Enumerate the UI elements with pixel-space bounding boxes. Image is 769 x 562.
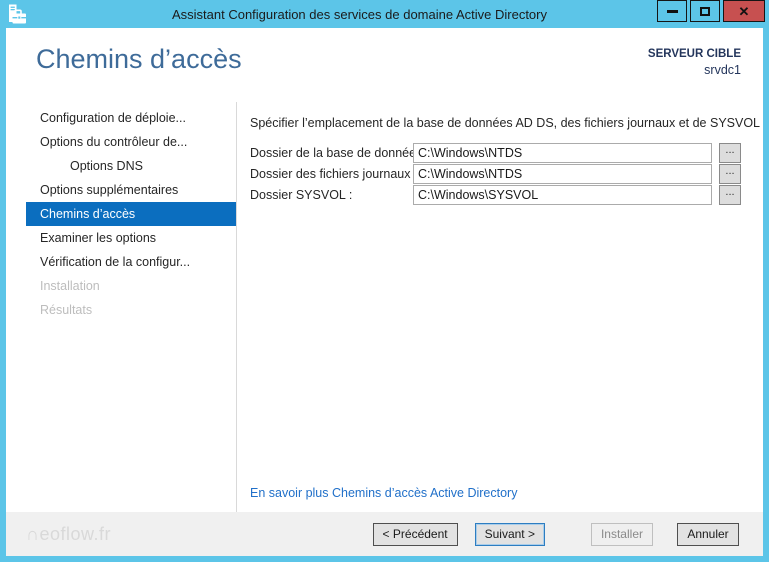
log-folder-label: Dossier des fichiers journaux : [250, 167, 418, 181]
nav-item-options-controleur[interactable]: Options du contrôleur de... [26, 130, 236, 154]
nav-item-chemins-acces[interactable]: Chemins d’accès [26, 202, 236, 226]
learn-more-link[interactable]: En savoir plus Chemins d’accès Active Di… [250, 486, 517, 500]
nav-item-options-supplementaires[interactable]: Options supplémentaires [26, 178, 236, 202]
wizard-nav: Configuration de déploie... Options du c… [26, 102, 237, 512]
target-server-name: srvdc1 [704, 63, 741, 77]
nav-item-examiner-options[interactable]: Examiner les options [26, 226, 236, 250]
wizard-content: Spécifier l’emplacement de la base de do… [237, 102, 763, 512]
page-title: Chemins d’accès [36, 44, 242, 74]
log-folder-browse-button[interactable]: ... [719, 164, 741, 184]
window-controls: ✕ [657, 0, 765, 22]
wizard-body: Configuration de déploie... Options du c… [6, 102, 763, 512]
minimize-icon [666, 9, 678, 13]
database-folder-row: Dossier de la base de données : ... [250, 143, 741, 163]
wizard-footer: ∩eoflow.fr < Précédent Suivant > Install… [6, 512, 763, 556]
nav-item-installation: Installation [40, 279, 100, 293]
target-server: SERVEUR CIBLE srvdc1 [648, 44, 741, 78]
cancel-button[interactable]: Annuler [677, 522, 739, 546]
server-manager-icon [9, 4, 26, 23]
maximize-button[interactable] [690, 0, 720, 22]
nav-item-options-dns[interactable]: Options DNS [26, 154, 236, 178]
database-folder-input[interactable] [413, 143, 712, 163]
log-folder-input[interactable] [413, 164, 712, 184]
install-button: Installer [590, 522, 653, 546]
neoflow-watermark: ∩eoflow.fr [26, 523, 111, 544]
instruction-text: Spécifier l’emplacement de la base de do… [250, 116, 761, 130]
titlebar: Assistant Configuration des services de … [0, 0, 769, 28]
target-server-label: SERVEUR CIBLE [647, 48, 741, 60]
next-button[interactable]: Suivant > [474, 522, 545, 546]
close-icon: ✕ [738, 3, 750, 19]
sysvol-folder-input[interactable] [413, 185, 712, 205]
sysvol-folder-browse-button[interactable]: ... [719, 185, 741, 205]
wizard-window: Assistant Configuration des services de … [0, 0, 769, 562]
nav-item-configuration-deploiement[interactable]: Configuration de déploie... [26, 106, 236, 130]
nav-item-verification-configuration[interactable]: Vérification de la configur... [26, 250, 236, 274]
nav-item-resultats: Résultats [40, 303, 93, 317]
database-folder-label: Dossier de la base de données : [250, 146, 430, 160]
maximize-icon [700, 6, 710, 16]
minimize-button[interactable] [657, 0, 687, 22]
sysvol-folder-label: Dossier SYSVOL : [250, 188, 353, 202]
wizard-header: Chemins d’accès SERVEUR CIBLE srvdc1 [6, 28, 763, 102]
wizard-frame: Chemins d’accès SERVEUR CIBLE srvdc1 Con… [6, 28, 763, 556]
close-button[interactable]: ✕ [723, 0, 765, 22]
window-title: Assistant Configuration des services de … [171, 6, 547, 22]
sysvol-folder-row: Dossier SYSVOL : ... [250, 185, 741, 205]
database-folder-browse-button[interactable]: ... [719, 143, 741, 163]
log-folder-row: Dossier des fichiers journaux : ... [250, 164, 741, 184]
previous-button[interactable]: < Précédent [372, 522, 458, 546]
